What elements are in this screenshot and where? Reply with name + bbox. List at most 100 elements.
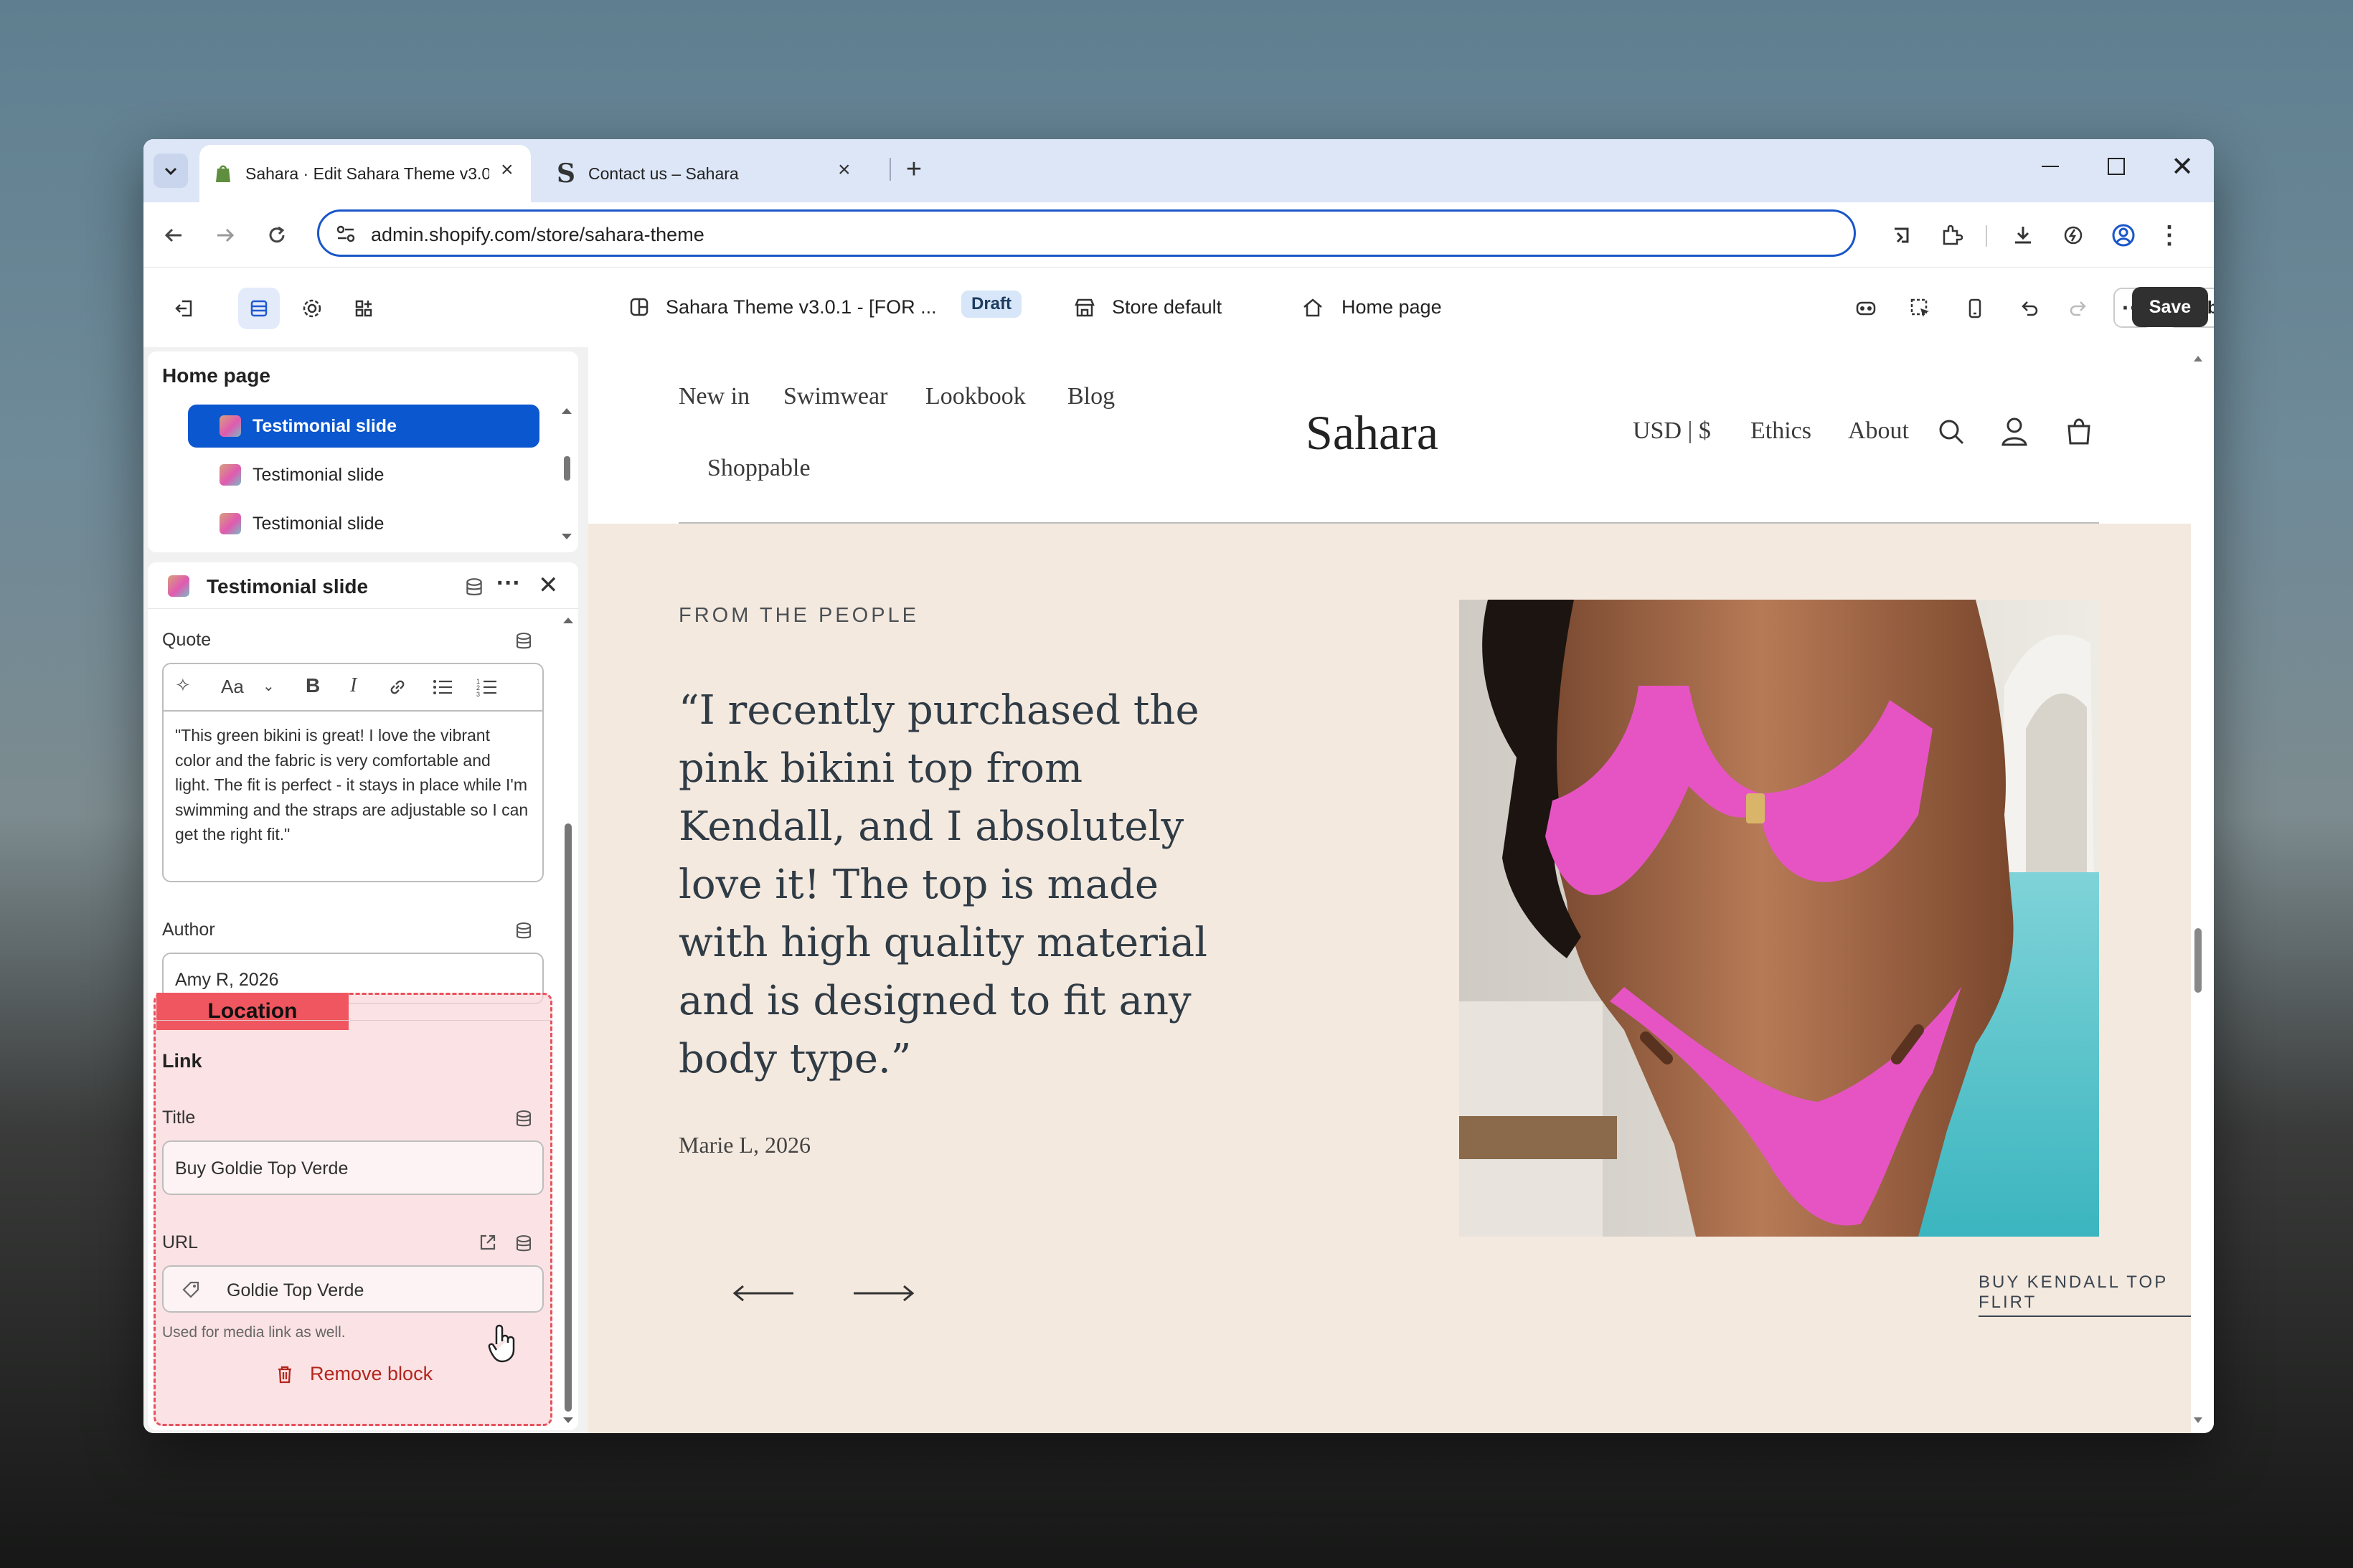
- chevron-down-icon[interactable]: ⌄: [263, 677, 275, 695]
- storefront-preview: New in Swimwear Lookbook Blog Shoppable …: [588, 347, 2214, 1433]
- tab-search-button[interactable]: [154, 154, 188, 188]
- close-block-icon[interactable]: ✕: [538, 571, 559, 600]
- title-label: Title: [162, 1107, 196, 1128]
- numbered-list-icon[interactable]: 123: [476, 677, 498, 697]
- menu-kebab-icon[interactable]: ⋮: [2152, 218, 2187, 252]
- nav-link-about[interactable]: About: [1848, 417, 1909, 445]
- block-more-icon[interactable]: ···: [496, 570, 521, 598]
- save-button[interactable]: Save: [2132, 287, 2208, 327]
- nav-link-blog[interactable]: Blog: [1067, 383, 1115, 410]
- preview-scrollbar[interactable]: [2191, 347, 2205, 1433]
- inspector-icon[interactable]: [1845, 288, 1887, 329]
- url-input[interactable]: Goldie Top Verde: [162, 1265, 544, 1313]
- arrow-left-icon[interactable]: [732, 1283, 796, 1304]
- reload-icon[interactable]: [260, 218, 294, 252]
- page-selector[interactable]: Home page: [1341, 296, 1442, 318]
- search-icon[interactable]: [1937, 417, 1966, 446]
- cart-icon[interactable]: [2065, 416, 2093, 446]
- tab-editor[interactable]: Sahara · Edit Sahara Theme v3.0 ×: [199, 145, 531, 202]
- block-settings-card: Testimonial slide ··· ✕ Quote ✧ Aa ⌄ B I…: [148, 562, 578, 1430]
- theme-name[interactable]: Sahara Theme v3.0.1 - [FOR ...: [666, 296, 937, 318]
- tree-item-label: Testimonial slide: [253, 464, 385, 485]
- maximize-icon[interactable]: [2083, 139, 2149, 194]
- svg-text:3: 3: [476, 691, 480, 697]
- exit-icon[interactable]: [164, 288, 205, 329]
- dynamic-source-icon[interactable]: [514, 631, 534, 651]
- site-info-icon[interactable]: [334, 222, 358, 246]
- link-title-input[interactable]: Buy Goldie Top Verde: [162, 1140, 544, 1195]
- slide-thumbnail: [220, 464, 241, 486]
- nav-link-new-in[interactable]: New in: [679, 383, 750, 410]
- tree-item-label: Testimonial slide: [253, 513, 385, 534]
- forward-icon[interactable]: [208, 218, 242, 252]
- sahara-favicon-icon: S: [557, 159, 575, 189]
- nav-link-swimwear[interactable]: Swimwear: [783, 383, 887, 410]
- close-window-icon[interactable]: ✕: [2149, 139, 2214, 194]
- account-icon[interactable]: [2000, 416, 2029, 446]
- arrow-right-icon[interactable]: [851, 1283, 915, 1304]
- address-bar[interactable]: admin.shopify.com/store/sahara-theme: [317, 209, 1856, 257]
- tree-item-label: Testimonial slide: [253, 415, 397, 436]
- redo-icon[interactable]: [2057, 288, 2099, 329]
- trash-icon: [278, 1366, 291, 1383]
- link-icon[interactable]: [387, 677, 407, 697]
- tree-item-testimonial-slide[interactable]: Testimonial slide: [188, 405, 539, 448]
- store-logo[interactable]: Sahara: [1306, 405, 1438, 461]
- testimonial-quote: “I recently purchased the pink bikini to…: [679, 687, 1208, 1082]
- dynamic-source-icon[interactable]: [514, 1234, 534, 1254]
- theme-layout-icon: [630, 298, 649, 316]
- settings-gear-icon[interactable]: [291, 288, 333, 329]
- remove-block-button[interactable]: Remove block: [274, 1363, 433, 1385]
- section-tree-card: Home page Testimonial slide Testimonial …: [148, 351, 578, 552]
- currency-selector[interactable]: USD | $: [1633, 417, 1711, 445]
- tab-divider: [890, 158, 891, 181]
- quote-richtext-editor[interactable]: ✧ Aa ⌄ B I 123 "This green bikini is gre…: [162, 663, 544, 882]
- remove-block-label: Remove block: [310, 1363, 433, 1384]
- sections-icon[interactable]: [238, 288, 280, 329]
- tab-title: Contact us – Sahara: [588, 164, 739, 183]
- tab-contact[interactable]: S Contact us – Sahara ×: [542, 145, 872, 202]
- settings-scrollbar[interactable]: [561, 615, 575, 1426]
- link-heading: Link: [162, 1050, 202, 1072]
- ai-sparkle-icon[interactable]: ✧: [175, 674, 191, 696]
- url-value: Goldie Top Verde: [227, 1280, 364, 1300]
- tree-item-testimonial-slide[interactable]: Testimonial slide: [188, 502, 539, 545]
- back-icon[interactable]: [156, 218, 191, 252]
- extensions-icon[interactable]: [1934, 218, 1968, 252]
- chevron-down-icon: [164, 167, 177, 176]
- close-tab-icon[interactable]: ×: [501, 158, 514, 182]
- apps-icon[interactable]: [343, 288, 385, 329]
- mobile-preview-icon[interactable]: [1954, 288, 1996, 329]
- nav-link-lookbook[interactable]: Lookbook: [925, 383, 1026, 410]
- new-tab-icon[interactable]: +: [897, 152, 931, 186]
- dynamic-source-icon[interactable]: [463, 577, 485, 598]
- dynamic-source-icon[interactable]: [514, 921, 534, 941]
- select-element-icon[interactable]: [1900, 288, 1941, 329]
- italic-icon[interactable]: I: [350, 674, 357, 697]
- tree-scrollbar[interactable]: [560, 406, 574, 542]
- left-sidebar: Home page Testimonial slide Testimonial …: [143, 347, 588, 1433]
- cast-icon[interactable]: [1884, 218, 1918, 252]
- location-tag: Location: [156, 993, 349, 1030]
- testimonial-kicker: FROM THE PEOPLE: [679, 604, 920, 627]
- tree-item-testimonial-slide[interactable]: Testimonial slide: [188, 453, 539, 496]
- bold-icon[interactable]: B: [306, 674, 320, 697]
- draft-badge: Draft: [961, 291, 1022, 318]
- tag-icon: [182, 1281, 199, 1298]
- minimize-icon[interactable]: [2017, 139, 2083, 194]
- close-tab-icon[interactable]: ×: [838, 158, 851, 182]
- performance-icon[interactable]: [2056, 218, 2090, 252]
- download-icon[interactable]: [2006, 218, 2040, 252]
- nav-link-ethics[interactable]: Ethics: [1750, 417, 1811, 445]
- dynamic-source-icon[interactable]: [514, 1109, 534, 1129]
- undo-icon[interactable]: [2009, 288, 2050, 329]
- profile-icon[interactable]: [2106, 218, 2141, 252]
- testimonial-cta-link[interactable]: BUY KENDALL TOP FLIRT: [1979, 1272, 2191, 1317]
- external-link-icon[interactable]: [478, 1232, 498, 1252]
- bullet-list-icon[interactable]: [432, 677, 453, 697]
- text-style-icon[interactable]: Aa: [221, 676, 244, 698]
- store-selector[interactable]: Store default: [1112, 296, 1222, 318]
- testimonial-image[interactable]: [1459, 600, 2099, 1237]
- nav-link-shoppable[interactable]: Shoppable: [707, 455, 811, 482]
- link-title-value: Buy Goldie Top Verde: [175, 1158, 349, 1179]
